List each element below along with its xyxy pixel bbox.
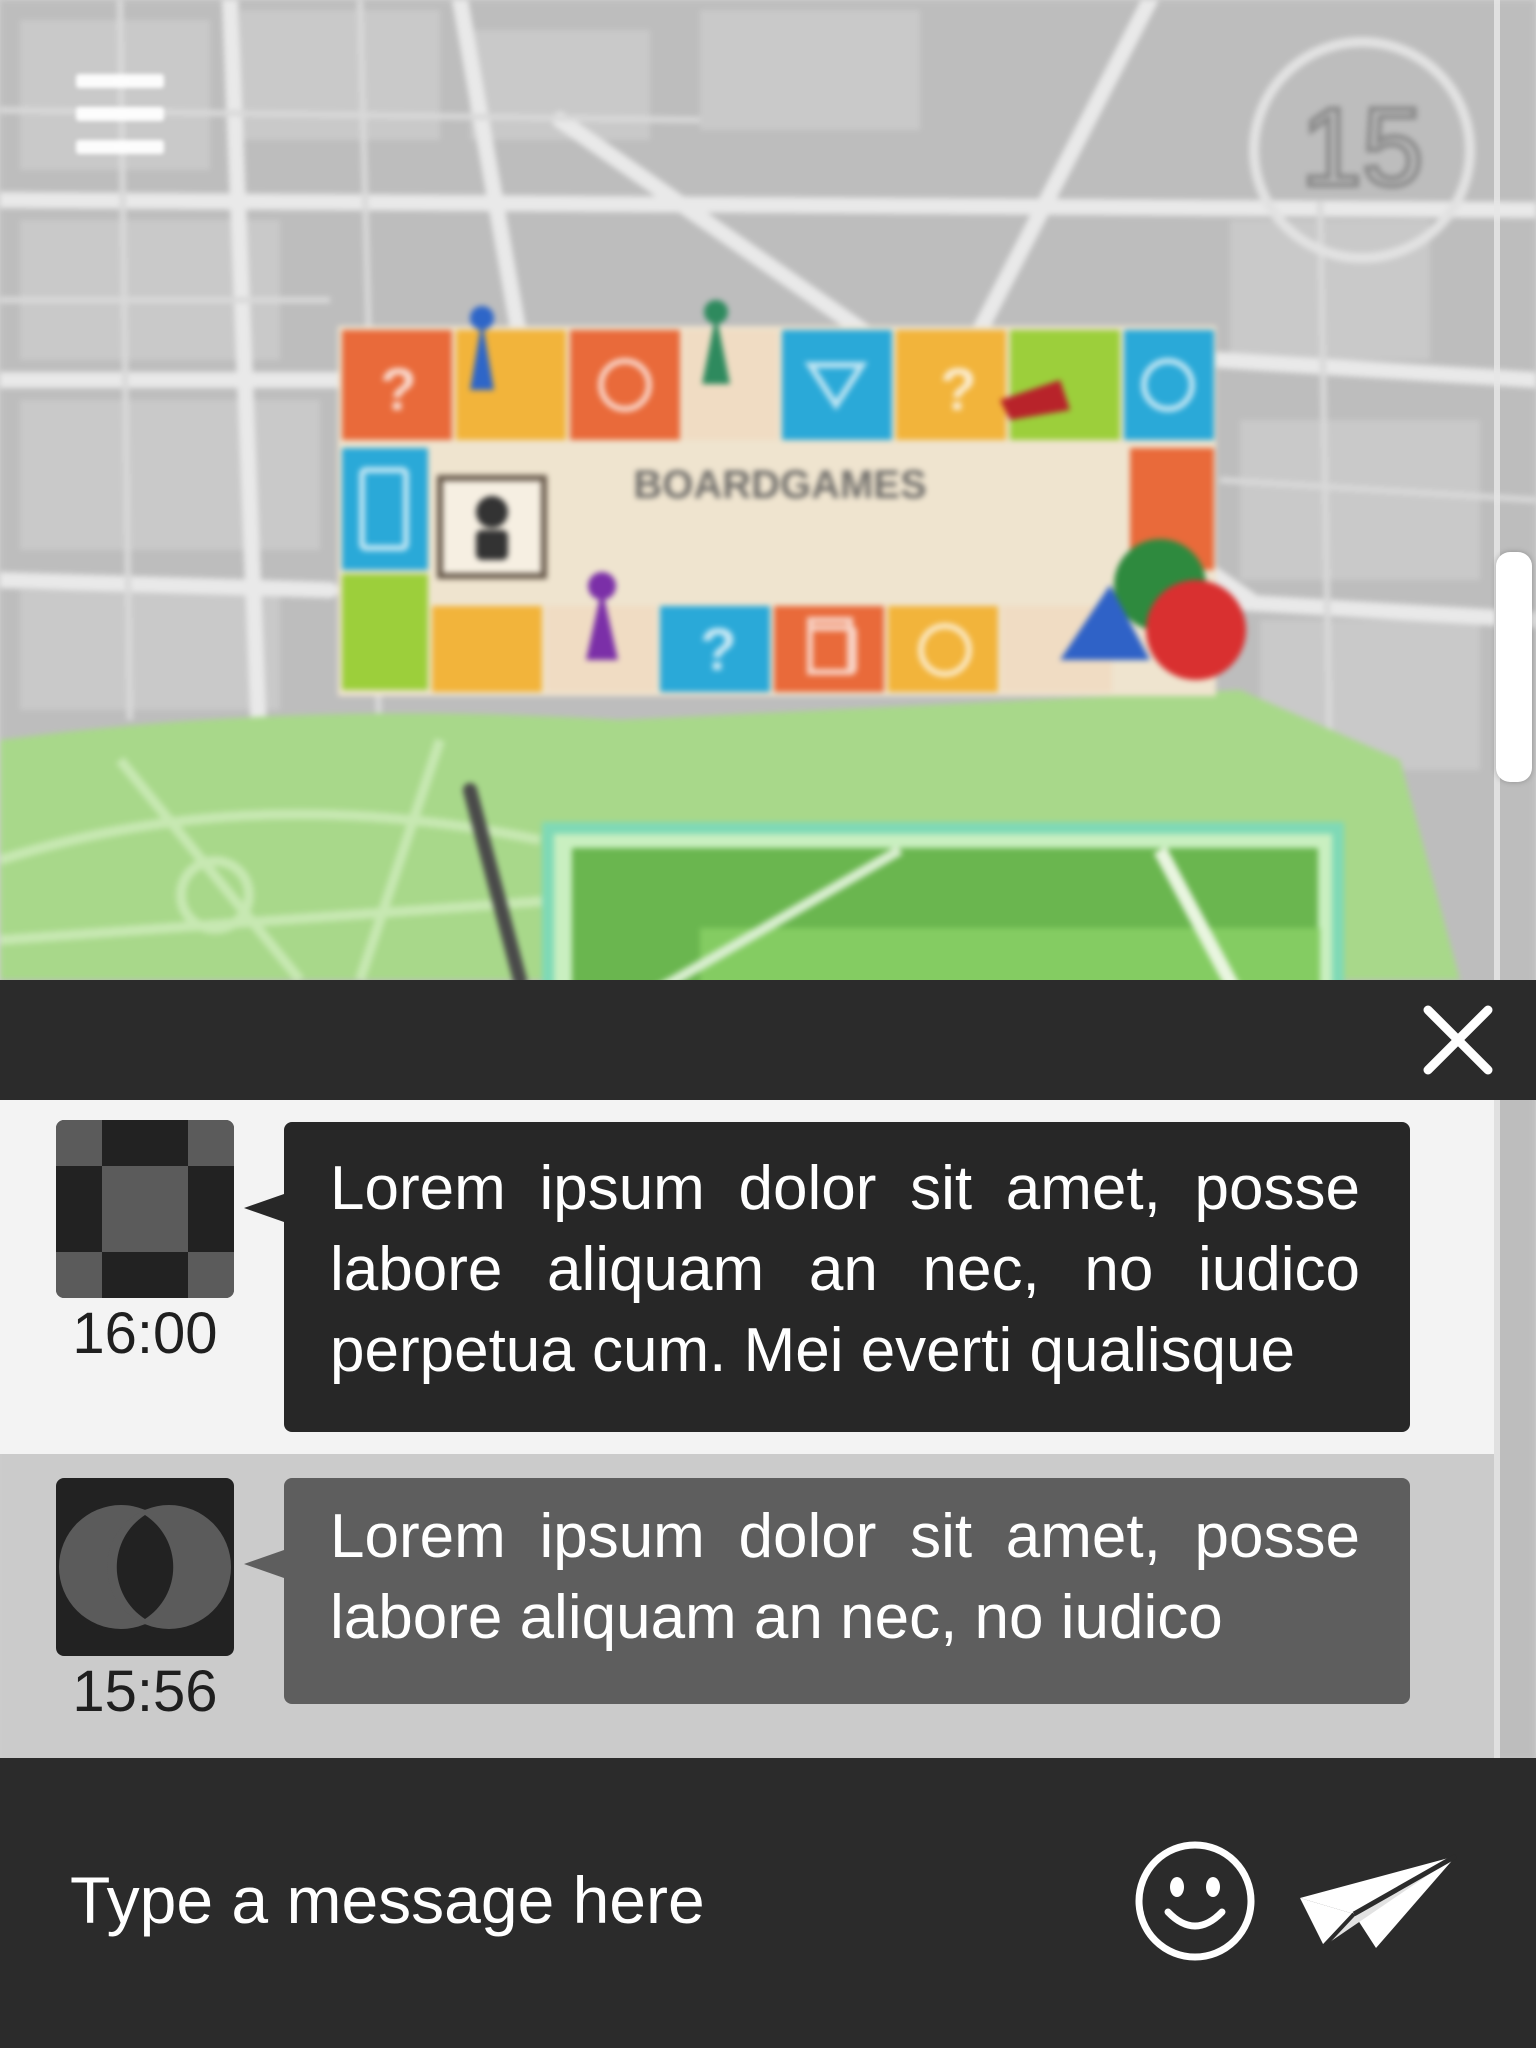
message-row: 15:56 Lorem ipsum dolor sit amet, posse …: [0, 1454, 1494, 1758]
checkerboard-avatar[interactable]: [56, 1120, 234, 1298]
hamburger-menu-icon[interactable]: [76, 74, 164, 154]
message-row: 16:00 Lorem ipsum dolor sit amet, posse …: [0, 1100, 1494, 1454]
message-bubble[interactable]: Lorem ipsum dolor sit amet, posse labore…: [244, 1478, 1410, 1704]
svg-text:?: ?: [700, 616, 737, 683]
paper-plane-icon: [1300, 1853, 1458, 1948]
close-icon: [1423, 1005, 1493, 1075]
message-bubble[interactable]: Lorem ipsum dolor sit amet, posse labore…: [244, 1122, 1410, 1432]
emoji-button[interactable]: [1134, 1840, 1256, 1962]
scrollbar-thumb[interactable]: [1496, 552, 1532, 782]
overlapping-circles-avatar[interactable]: [56, 1478, 234, 1656]
board-title: BOARDGAMES: [633, 463, 926, 507]
message-time: 16:00: [72, 1301, 218, 1366]
send-button[interactable]: [1296, 1853, 1460, 1950]
svg-text:?: ?: [380, 356, 417, 423]
scrollbar-track[interactable]: [1494, 0, 1500, 1760]
message-input[interactable]: [70, 1850, 1090, 1950]
message-list[interactable]: 16:00 Lorem ipsum dolor sit amet, posse …: [0, 1100, 1494, 1758]
chat-header: [0, 980, 1536, 1100]
message-time: 15:56: [72, 1659, 218, 1724]
smiley-icon: [1135, 1841, 1255, 1961]
close-button[interactable]: [1418, 1000, 1498, 1080]
badge-number: 15: [1301, 86, 1423, 209]
svg-text:?: ?: [940, 356, 977, 423]
